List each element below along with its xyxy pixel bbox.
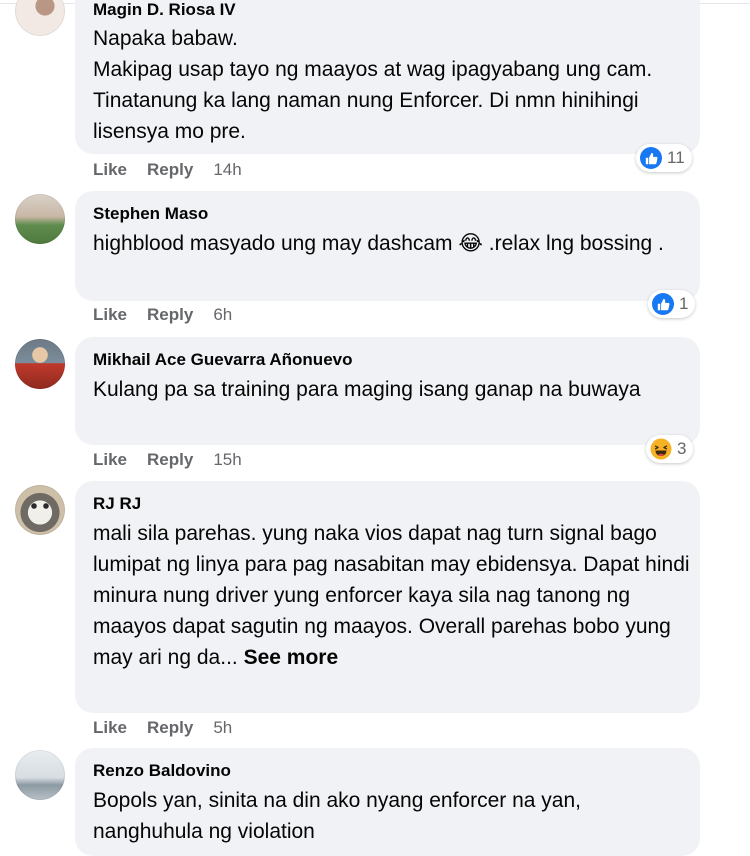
comment-author[interactable]: Stephen Maso: [93, 204, 208, 224]
comment-actions: Like Reply 14h: [93, 160, 242, 180]
reply-button[interactable]: Reply: [147, 160, 193, 180]
comment-actions: Like Reply 5h: [93, 718, 232, 738]
reply-button[interactable]: Reply: [147, 305, 193, 325]
comment-author[interactable]: Magin D. Riosa IV: [93, 0, 236, 20]
comment-text-part: mali sila parehas. yung naka vios dapat …: [93, 522, 690, 669]
comment-text: Bopols yan, sinita na din ako nyang enfo…: [93, 789, 581, 843]
timestamp[interactable]: 5h: [213, 718, 232, 738]
like-button[interactable]: Like: [93, 718, 127, 738]
timestamp[interactable]: 15h: [213, 450, 241, 470]
comment-text: Napaka babaw. Makipag usap tayo ng maayo…: [93, 27, 653, 143]
laughing-emoji: 😂: [458, 232, 483, 255]
avatar[interactable]: [15, 750, 65, 800]
reaction-count: 1: [679, 294, 689, 313]
avatar[interactable]: [15, 0, 65, 36]
reply-button[interactable]: Reply: [147, 718, 193, 738]
see-more-link[interactable]: See more: [244, 646, 339, 669]
like-button[interactable]: Like: [93, 160, 127, 180]
reaction-count-badge[interactable]: 1: [648, 290, 696, 318]
comment-text: highblood masyado ung may dashcam 😂 .rel…: [93, 228, 690, 259]
reply-button[interactable]: Reply: [147, 450, 193, 470]
comment-actions: Like Reply 15h: [93, 450, 242, 470]
reaction-count: 3: [677, 439, 687, 458]
like-icon: [652, 293, 674, 315]
comment-bubble: RJ RJ mali sila parehas. yung naka vios …: [75, 481, 700, 713]
comment-text-part: .relax lng bossing .: [482, 232, 664, 255]
comment-actions: Like Reply 6h: [93, 305, 232, 325]
comment-text: Kulang pa sa training para maging isang …: [93, 378, 641, 401]
comment-bubble: Mikhail Ace Guevarra Añonuevo Kulang pa …: [75, 337, 700, 445]
comment-bubble: Stephen Maso highblood masyado ung may d…: [75, 191, 700, 301]
comment-text-part: highblood masyado ung may dashcam: [93, 232, 453, 255]
reaction-count-badge[interactable]: 11: [636, 144, 692, 172]
comment-bubble: Renzo Baldovino Bopols yan, sinita na di…: [75, 748, 700, 856]
timestamp[interactable]: 6h: [213, 305, 232, 325]
like-button[interactable]: Like: [93, 450, 127, 470]
comment-author[interactable]: Renzo Baldovino: [93, 761, 231, 781]
comment-author[interactable]: Mikhail Ace Guevarra Añonuevo: [93, 350, 352, 370]
avatar[interactable]: [15, 194, 65, 244]
like-icon: [640, 147, 662, 169]
reaction-count-badge[interactable]: 3: [646, 435, 694, 463]
avatar[interactable]: [15, 339, 65, 389]
comment-bubble: Magin D. Riosa IV Napaka babaw. Makipag …: [75, 0, 700, 154]
timestamp[interactable]: 14h: [213, 160, 241, 180]
like-button[interactable]: Like: [93, 305, 127, 325]
comment-text: mali sila parehas. yung naka vios dapat …: [93, 518, 690, 673]
comment-author[interactable]: RJ RJ: [93, 494, 141, 514]
haha-icon: [650, 438, 672, 460]
reaction-count: 11: [667, 148, 685, 167]
avatar[interactable]: [15, 485, 65, 535]
